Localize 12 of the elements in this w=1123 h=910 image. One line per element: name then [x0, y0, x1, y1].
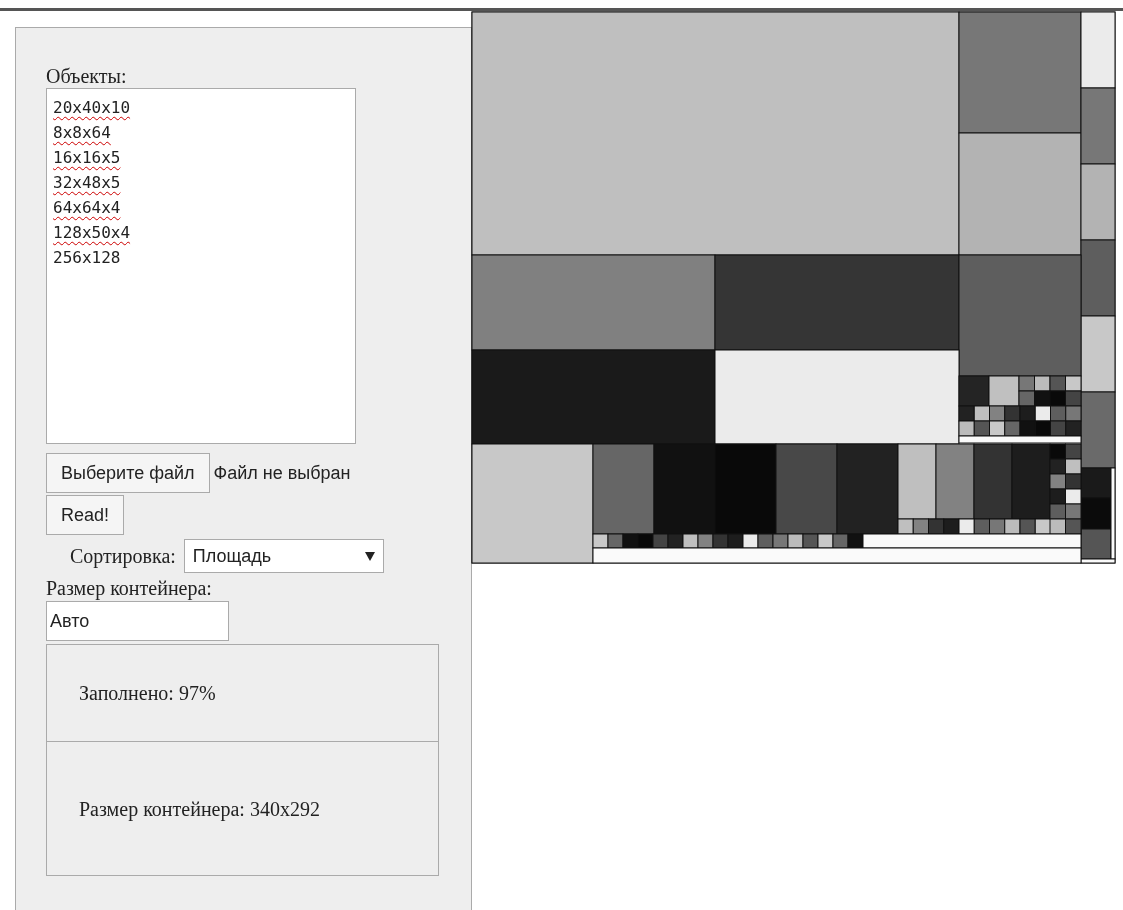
- container-size-label: Размер контейнера:: [46, 576, 212, 601]
- sort-label: Сортировка:: [70, 544, 176, 570]
- read-button[interactable]: Read!: [46, 495, 125, 535]
- size-text: Размер контейнера: 340x292: [79, 796, 320, 823]
- fill-text: Заполнено: 97%: [79, 681, 216, 706]
- choose-file-button[interactable]: Выберите файл: [46, 453, 210, 493]
- container-size-field[interactable]: Авто: [46, 601, 229, 641]
- objects-textarea[interactable]: 20x40x10 8x8x64 16x16x5 32x48x5 64x64x4 128x50x4 256x128: [46, 88, 356, 444]
- sort-dropdown[interactable]: Площадь: [183, 539, 384, 573]
- objects-label: Объекты:: [46, 64, 127, 88]
- file-status: Файл не выбран: [213, 461, 351, 485]
- caret-icon: [364, 551, 375, 561]
